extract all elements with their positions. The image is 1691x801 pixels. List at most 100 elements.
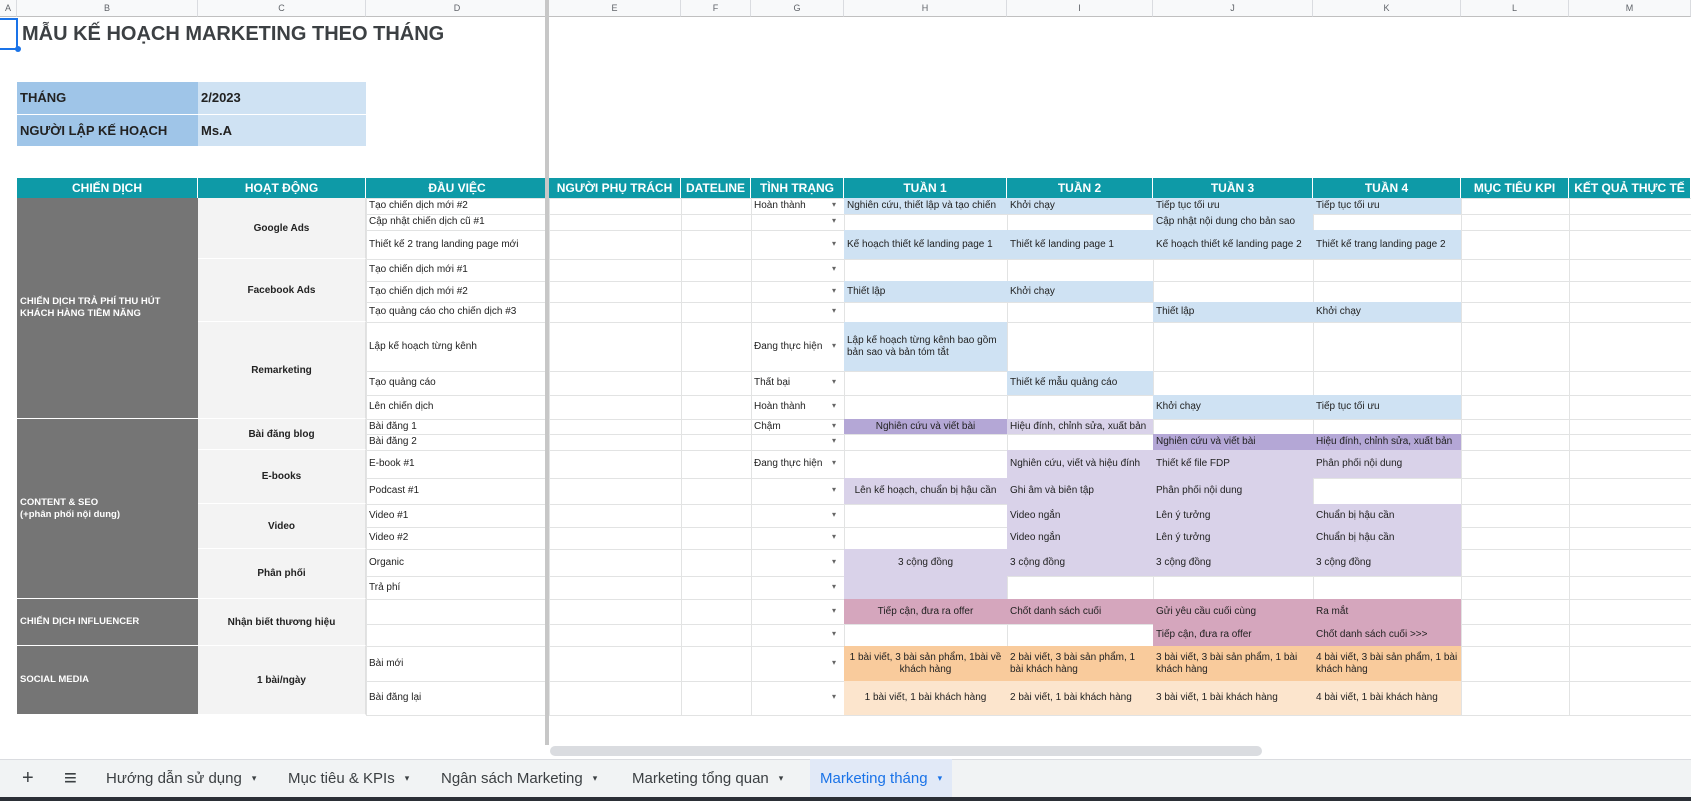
week-4-cell[interactable]: Chuẩn bị hậu cần [1313,504,1461,527]
kpi-cell[interactable] [1461,527,1569,549]
chevron-down-icon[interactable]: ▾ [832,401,836,410]
week-3-cell[interactable]: Lên ý tưởng [1153,504,1313,527]
week-1-cell[interactable]: Lập kế hoạch từng kênh bao gồm bản sao v… [844,322,1007,371]
dateline-cell[interactable] [681,419,751,434]
chevron-down-icon[interactable]: ▾ [832,377,836,386]
owner-cell[interactable] [549,322,681,371]
week-1-cell[interactable]: Kế hoạch thiết kế landing page 1 [844,230,1007,259]
chevron-down-icon[interactable]: ▾ [832,200,836,209]
chevron-down-icon[interactable]: ▾ [252,773,257,784]
result-cell[interactable] [1569,322,1691,371]
status-dropdown[interactable]: Hoàn thành [751,395,833,419]
chevron-down-icon[interactable]: ▾ [832,629,836,638]
week-2-cell[interactable]: Nghiên cứu, viết và hiệu đính [1007,450,1153,478]
week-4-cell[interactable]: Phân phối nội dung [1313,450,1461,478]
week-4-cell[interactable] [1313,371,1461,395]
sheet-tab[interactable]: Mục tiêu & KPIs ▾ [278,759,419,797]
kpi-cell[interactable] [1461,419,1569,434]
kpi-cell[interactable] [1461,549,1569,576]
task-cell[interactable]: Lên chiến dịch [366,395,549,419]
week-4-cell[interactable]: Thiết kế trang landing page 2 [1313,230,1461,259]
status-dropdown[interactable] [751,681,833,715]
week-1-cell[interactable] [844,504,1007,527]
dateline-cell[interactable] [681,624,751,646]
status-dropdown[interactable]: Chậm [751,419,833,434]
week-2-cell[interactable]: Khởi chạy [1007,281,1153,302]
column-header-f[interactable]: F [681,0,751,17]
chevron-down-icon[interactable]: ▾ [832,341,836,350]
owner-cell[interactable] [549,198,681,214]
task-cell[interactable]: Cập nhật chiến dịch cũ #1 [366,214,549,230]
kpi-cell[interactable] [1461,624,1569,646]
week-3-cell[interactable]: Gửi yêu cầu cuối cùng [1153,599,1313,624]
task-cell[interactable]: Video #1 [366,504,549,527]
status-dropdown[interactable] [751,624,833,646]
result-cell[interactable] [1569,259,1691,281]
week-4-cell[interactable]: 4 bài viết, 3 bài sản phẩm, 1 bài khách … [1313,646,1461,681]
result-cell[interactable] [1569,371,1691,395]
week-3-cell[interactable] [1153,576,1313,599]
week-3-cell[interactable]: Thiết kế file FDP [1153,450,1313,478]
dateline-cell[interactable] [681,259,751,281]
result-cell[interactable] [1569,281,1691,302]
result-cell[interactable] [1569,527,1691,549]
kpi-cell[interactable] [1461,230,1569,259]
owner-cell[interactable] [549,599,681,624]
status-dropdown[interactable] [751,214,833,230]
status-dropdown[interactable] [751,302,833,322]
task-cell[interactable]: Thiết kế 2 trang landing page mới [366,230,549,259]
column-header-i[interactable]: I [1007,0,1153,17]
week-4-cell[interactable]: Chuẩn bị hậu cần [1313,527,1461,549]
week-3-cell[interactable]: Cập nhật nội dung cho bản sao [1153,214,1313,230]
week-3-cell[interactable]: 3 bài viết, 3 bài sản phẩm, 1 bài khách … [1153,646,1313,681]
week-4-cell[interactable]: Tiếp tục tối ưu [1313,198,1461,214]
column-header-h[interactable]: H [844,0,1007,17]
owner-cell[interactable] [549,681,681,715]
task-cell[interactable] [366,599,549,624]
dateline-cell[interactable] [681,599,751,624]
task-cell[interactable]: Bài đăng 2 [366,434,549,450]
week-4-cell[interactable] [1313,419,1461,434]
week-4-cell[interactable]: Chốt danh sách cuối >>> [1313,624,1461,646]
status-dropdown[interactable] [751,478,833,504]
chevron-down-icon[interactable]: ▾ [832,264,836,273]
owner-cell[interactable] [549,281,681,302]
kpi-cell[interactable] [1461,371,1569,395]
chevron-down-icon[interactable]: ▾ [832,485,836,494]
week-3-cell[interactable] [1153,419,1313,434]
column-header-j[interactable]: J [1153,0,1313,17]
week-1-cell[interactable]: Thiết lập [844,281,1007,302]
column-header-g[interactable]: G [751,0,844,17]
owner-cell[interactable] [549,504,681,527]
chevron-down-icon[interactable]: ▾ [832,458,836,467]
frozen-pane-divider[interactable] [545,0,549,745]
sheet-tab[interactable]: Marketing tổng quan ▾ [622,759,793,797]
week-1-cell[interactable] [844,527,1007,549]
all-sheets-icon[interactable]: ≡ [54,759,87,797]
dateline-cell[interactable] [681,230,751,259]
week-2-cell[interactable] [1007,302,1153,322]
status-dropdown[interactable] [751,549,833,576]
status-dropdown[interactable] [751,259,833,281]
dateline-cell[interactable] [681,527,751,549]
month-value[interactable]: 2/2023 [198,82,366,114]
week-2-cell[interactable] [1007,322,1153,371]
status-dropdown[interactable] [751,434,833,450]
week-4-cell[interactable]: Tiếp tục tối ưu [1313,395,1461,419]
task-cell[interactable] [366,624,549,646]
week-2-cell[interactable]: Video ngắn [1007,527,1153,549]
week-1-cell[interactable]: Nghiên cứu và viết bài [844,419,1007,434]
kpi-cell[interactable] [1461,681,1569,715]
column-header-l[interactable]: L [1461,0,1569,17]
result-cell[interactable] [1569,230,1691,259]
week-2-cell[interactable] [1007,576,1153,599]
result-cell[interactable] [1569,395,1691,419]
status-dropdown[interactable]: Đang thực hiện [751,322,833,371]
chevron-down-icon[interactable]: ▾ [832,692,836,701]
dateline-cell[interactable] [681,478,751,504]
task-cell[interactable]: Organic [366,549,549,576]
week-3-cell[interactable]: Nghiên cứu và viết bài [1153,434,1313,450]
week-1-cell[interactable] [844,371,1007,395]
column-header-d[interactable]: D [366,0,549,17]
chevron-down-icon[interactable]: ▾ [832,436,836,445]
